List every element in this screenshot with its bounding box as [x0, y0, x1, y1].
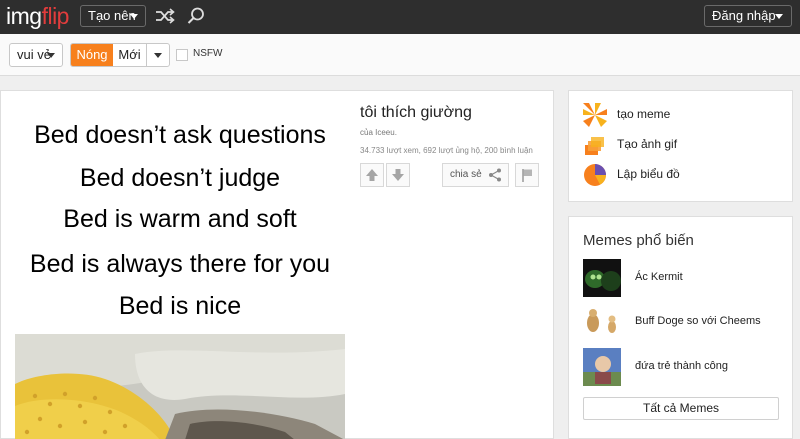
tool-chart-maker[interactable]: Lập biểu đồ	[583, 163, 783, 187]
meme-caption-line: Bed doesn’t ask questions	[34, 121, 326, 149]
meme-caption-line: Bed is always there for you	[29, 250, 331, 278]
shuffle-icon[interactable]	[155, 7, 175, 25]
category-value: vui vẻ	[17, 47, 51, 62]
share-icon	[489, 168, 501, 182]
create-dropdown-button[interactable]: Tạo nên	[80, 5, 146, 27]
sort-more-button[interactable]	[147, 44, 169, 66]
tool-gif-maker[interactable]: Tạo ảnh gif	[583, 133, 783, 157]
meme-thumbnail	[583, 259, 621, 297]
share-button[interactable]: chia sẻ	[442, 163, 509, 187]
meme-name: Ác Kermit	[635, 271, 683, 283]
meme-photo	[15, 334, 345, 439]
nsfw-checkbox[interactable]	[176, 49, 188, 61]
sort-new-button[interactable]: Mới	[113, 44, 147, 66]
imgflip-logo[interactable]: imgflip	[6, 3, 69, 30]
meme-caption-line: Bed doesn’t judge	[79, 164, 281, 192]
popular-memes-panel: Memes phổ biến Ác Kermit Buff Doge so vớ…	[568, 216, 793, 439]
tool-label: Tạo ảnh gif	[617, 137, 678, 151]
tool-label: Lập biểu đồ	[617, 167, 680, 181]
arrow-down-icon	[392, 169, 404, 181]
top-navbar: imgflip Tạo nên Đăng nhập	[0, 0, 800, 34]
chevron-down-icon	[130, 14, 138, 19]
post-title[interactable]: tôi thích giường	[360, 104, 472, 122]
filter-bar: vui vẻ Nóng Mới NSFW	[0, 34, 800, 76]
chevron-down-icon	[154, 53, 162, 58]
create-label: Tạo nên	[88, 8, 136, 23]
tools-panel: tạo meme Tạo ảnh gif Lập biểu đồ	[568, 90, 793, 202]
flag-icon	[522, 169, 532, 182]
arrow-up-icon	[366, 169, 378, 181]
meme-name: Buff Doge so với Cheems	[635, 315, 761, 327]
tool-label: tạo meme	[617, 107, 671, 121]
all-memes-button[interactable]: Tất cả Memes	[583, 397, 779, 420]
meme-name: đứa trẻ thành công	[635, 360, 728, 372]
popular-meme-item[interactable]: đứa trẻ thành công	[583, 348, 788, 386]
nsfw-label: NSFW	[193, 48, 223, 59]
share-label: chia sẻ	[450, 169, 482, 180]
popular-meme-item[interactable]: Ác Kermit	[583, 259, 788, 297]
popular-memes-title: Memes phổ biến	[583, 232, 694, 249]
sort-segmented-control: Nóng Mới	[70, 43, 170, 67]
post-panel: Bed doesn’t ask questions Bed doesn’t ju…	[0, 90, 554, 439]
login-label: Đăng nhập	[712, 8, 776, 23]
meme-thumbnail	[583, 303, 621, 341]
meme-caption-line: Bed is warm and soft	[63, 205, 297, 233]
post-stats: 34.733 lượt xem, 692 lượt ủng hộ, 200 bì…	[360, 146, 533, 155]
upvote-button[interactable]	[360, 163, 384, 187]
meme-generator-icon	[583, 103, 607, 127]
popular-meme-item[interactable]: Buff Doge so với Cheems	[583, 303, 788, 341]
category-select[interactable]: vui vẻ	[9, 43, 63, 67]
meme-thumbnail	[583, 348, 621, 386]
tool-meme-generator[interactable]: tạo meme	[583, 103, 783, 127]
search-icon[interactable]	[186, 6, 206, 26]
chevron-down-icon	[47, 53, 55, 58]
sort-hot-button[interactable]: Nóng	[71, 44, 113, 66]
meme-caption-line: Bed is nice	[118, 292, 242, 320]
chevron-down-icon	[775, 14, 783, 19]
login-dropdown-button[interactable]: Đăng nhập	[704, 5, 792, 27]
gif-maker-icon	[585, 137, 604, 155]
downvote-button[interactable]	[386, 163, 410, 187]
bed-cat-picture	[15, 334, 345, 439]
flag-button[interactable]	[515, 163, 539, 187]
chart-maker-icon	[584, 164, 606, 186]
post-author[interactable]: của Iceeu.	[360, 128, 397, 137]
